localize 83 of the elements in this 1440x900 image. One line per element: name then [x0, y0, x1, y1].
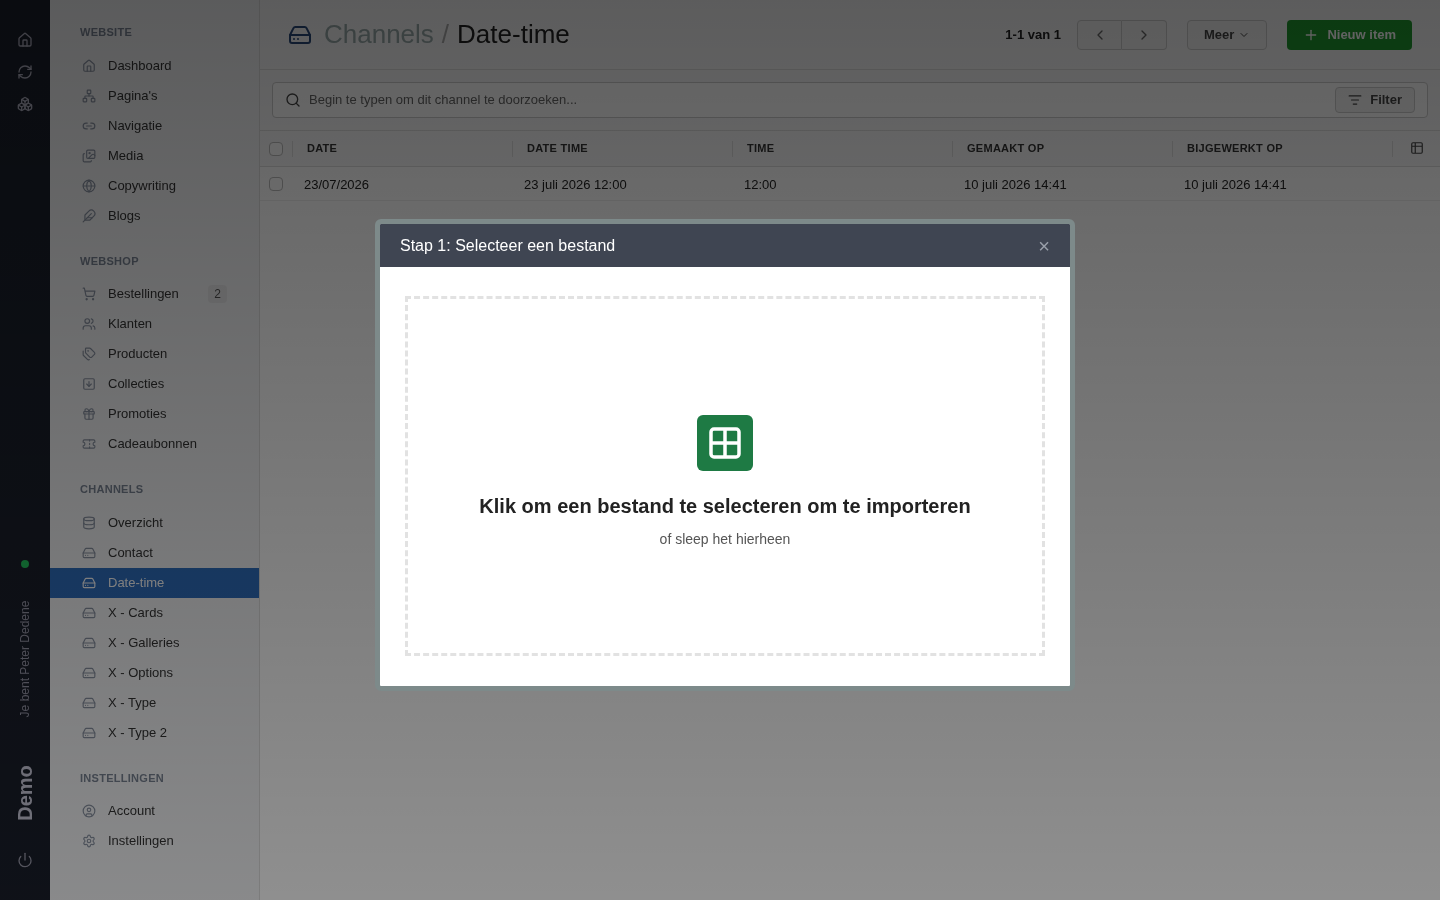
sidebar-item[interactable]: Producten	[50, 339, 259, 369]
ticket-icon	[82, 437, 96, 451]
user-label: Je bent Peter Dedene	[17, 600, 33, 718]
sidebar-item[interactable]: Account	[50, 796, 259, 826]
database-icon	[82, 515, 96, 530]
gift-icon	[82, 407, 96, 421]
sidebar-item[interactable]: X - Type 2	[50, 717, 259, 748]
page-title: Date-time	[457, 18, 570, 51]
checkbox[interactable]	[269, 141, 283, 156]
drive-icon	[82, 695, 96, 710]
breadcrumb-separator: /	[441, 18, 450, 51]
sidebar-item[interactable]: Klanten	[50, 309, 259, 339]
sidebar-item[interactable]: Dashboard	[50, 50, 259, 81]
drop-hint: of sleep het hierheen	[659, 529, 791, 549]
boxes-icon[interactable]	[17, 96, 33, 112]
sidebar-item[interactable]: Instellingen	[50, 826, 259, 856]
search-icon	[285, 92, 301, 108]
close-button[interactable]: ×	[1038, 235, 1050, 256]
sidebar-item[interactable]: X - Options	[50, 657, 259, 688]
table-cell: 23 juli 2026 12:00	[524, 176, 627, 192]
dialog-title: Stap 1: Selecteer een bestand	[400, 235, 617, 256]
sidebar-item[interactable]: Copywriting	[50, 170, 259, 201]
table-cell: 10 juli 2026 14:41	[964, 176, 1067, 192]
sidebar-item[interactable]: Overzicht	[50, 507, 259, 538]
sidebar-item[interactable]: Promoties	[50, 399, 259, 429]
drop-zone[interactable]: Klik om een bestand te selecteren om te importeren of sleep het hierheen	[405, 296, 1045, 656]
previous-button[interactable]	[1077, 19, 1122, 50]
tags-icon	[82, 347, 96, 361]
pagination-text: 1-1 van 1	[1005, 25, 1061, 44]
drive-icon	[82, 575, 96, 590]
column-header[interactable]: BIJGEWERKT OP	[1187, 140, 1283, 157]
sidebar-item[interactable]: Collecties	[50, 369, 259, 399]
sitemap-icon	[82, 88, 96, 103]
sidebar-item[interactable]: Navigatie	[50, 110, 259, 141]
spreadsheet-icon	[697, 414, 753, 471]
sidebar-item[interactable]: Media	[50, 140, 259, 171]
sidebar-item[interactable]: Date-time	[50, 567, 259, 598]
sidebar-item[interactable]: Bestellingen 2	[50, 279, 259, 309]
columns-icon[interactable]	[1410, 140, 1424, 155]
site-name: Demo	[13, 765, 37, 821]
table-row[interactable]: 23/07/2026 23 juli 2026 12:00 12:00 10 juli 2026 14:41 10 juli 2026 14:41	[260, 167, 1440, 201]
table-cell: 12:00	[744, 176, 777, 192]
table-cell: 23/07/2026	[304, 176, 370, 192]
sidebar-item[interactable]: Contact	[50, 537, 259, 568]
sidebar-item[interactable]: Pagina's	[50, 80, 259, 111]
home-icon	[82, 58, 96, 73]
drive-icon	[82, 665, 96, 680]
sidebar-item[interactable]: X - Type	[50, 687, 259, 718]
drive-icon	[82, 545, 96, 560]
drive-icon	[82, 635, 96, 650]
column-header[interactable]: DATE TIME	[527, 140, 588, 157]
next-button[interactable]	[1122, 19, 1167, 50]
column-header[interactable]: GEMAAKT OP	[967, 140, 1045, 157]
drop-title: Klik om een bestand te selecteren om te importeren	[479, 493, 971, 519]
sidebar-item[interactable]: Cadeaubonnen	[50, 429, 259, 459]
search-field[interactable]: Begin te typen om dit channel te doorzoeken... Filter	[272, 82, 1428, 118]
new-item-button[interactable]: Nieuw item	[1287, 19, 1412, 50]
filter-icon	[1348, 93, 1363, 107]
column-header[interactable]: TIME	[747, 140, 775, 157]
table-cell: 10 juli 2026 14:41	[1184, 176, 1287, 192]
settings-icon	[82, 834, 96, 848]
sidebar-item[interactable]: Blogs	[50, 200, 259, 231]
cart-icon	[82, 287, 96, 301]
section-title: CHANNELS	[79, 482, 145, 497]
section-title: INSTELLINGEN	[79, 770, 165, 786]
filter-button[interactable]: Filter	[1335, 87, 1415, 113]
drive-icon	[82, 605, 96, 620]
power-icon[interactable]	[17, 852, 33, 868]
sidebar-item[interactable]: X - Cards	[50, 597, 259, 628]
column-header[interactable]: DATE	[307, 140, 338, 157]
globe-icon	[82, 178, 96, 193]
inbox-icon	[82, 377, 96, 391]
sidebar-item[interactable]: X - Galleries	[50, 627, 259, 658]
checkbox[interactable]	[269, 176, 283, 191]
users-icon	[82, 317, 96, 331]
feather-icon	[82, 208, 96, 223]
refresh-icon[interactable]	[17, 64, 33, 80]
user-icon	[82, 804, 96, 818]
home-icon[interactable]	[17, 32, 33, 48]
count-badge: 2	[208, 285, 227, 303]
drive-icon	[82, 725, 96, 740]
more-button[interactable]: Meer	[1187, 19, 1268, 50]
images-icon	[82, 148, 96, 163]
